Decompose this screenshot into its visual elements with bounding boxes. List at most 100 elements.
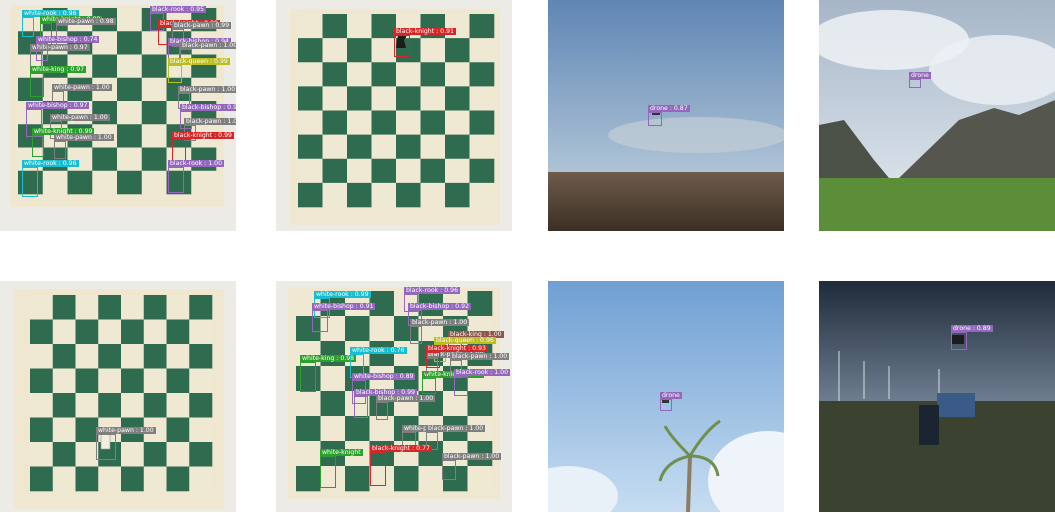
mountain-field-image [819,0,1055,231]
bounding-box [426,352,440,368]
bounding-box [168,65,182,83]
bounding-box [36,43,48,61]
detection-black-knight: black-knight : 0.93 [426,345,488,368]
panel-chess-start: white-rook : 0.96white-knight : 0.98whit… [0,0,236,231]
detection-label: black-knight : 0.91 [394,28,456,35]
bounding-box [320,456,336,488]
detection-label: black-knight : 0.99 [172,132,234,139]
bounding-box [442,460,456,480]
detection-label: white-bishop : 0.97 [26,102,90,109]
bounding-box [32,135,44,157]
detection-label: white-bishop : 0.89 [352,373,416,380]
detection-label: white-bishop : 0.74 [36,36,100,43]
detection-drone: drone [660,392,682,411]
detection-label: black-knight : 0.77 [370,445,432,452]
bounding-box [454,376,468,396]
detection-white-pawn: white-pawn : 1.00 [96,427,156,460]
detection-label: black-rook : 1.00 [168,160,225,167]
detection-label: black-rook : 0.95 [150,6,207,13]
detection-label: black-bishop : 0.97 [180,104,236,111]
detection-black-pawn: black-pawn : 1.00 [442,453,502,480]
bounding-box [354,396,368,418]
detection-drone: drone [909,72,931,88]
bounding-box [422,378,436,394]
detection-label: white-rook : 0.76 [350,347,407,354]
panel-chess-midgame: white-rook : 0.99 white-bishop : 0.91 whit… [276,281,512,512]
detection-label: black-queen : 0.99 [168,58,230,65]
bounding-box [30,73,44,97]
detection-white-knight: white-knight [320,449,363,488]
detection-label: drone [909,72,931,79]
detection-white-king: white-king : 0.97 [30,66,87,97]
detection-label: black-pawn : 1.00 [376,395,436,402]
bounding-box [648,112,662,126]
bounding-box [951,332,967,350]
detection-black-knight: black-knight : 0.77 [370,445,432,486]
detection-white-pawn: white-pawn : 1.00 [54,134,114,159]
detection-drone: drone : 0.87 [648,105,690,126]
panel-drone-desert: drone : 0.87 [548,0,784,231]
detection-label: black-pawn : 1.00 [426,425,486,432]
detection-label: black-pawn : 1.00 [180,42,236,49]
detection-white-knight: white-knight : 0.99 [32,128,95,157]
bounding-box [376,402,388,420]
bounding-box [96,434,116,460]
bounding-box [22,167,38,197]
detection-black-rook: black-rook : 1.00 [454,369,511,396]
bounding-box [410,326,422,344]
detection-label: white-knight [320,449,363,456]
desert-sky-image [548,0,784,231]
panel-drone-palm: drone [548,281,784,512]
detection-label: white-bishop : 0.91 [312,303,376,310]
bounding-box [54,141,66,159]
panel-chess-knight: black-knight : 0.91 [276,0,512,231]
detection-label: white-pawn : 1.00 [54,134,114,141]
panel-drone-mountains: drone [819,0,1055,231]
detection-label: black-rook : 0.96 [404,287,461,294]
detection-white-king: white-king : 0.98 [300,355,357,392]
bounding-box [172,139,186,161]
detection-label: drone [660,392,682,399]
detection-white-rook: white-rook : 0.96 [22,160,79,197]
panel-drone-truck: drone : 0.89 [819,281,1055,512]
detection-label: white-pawn : 1.00 [50,114,110,121]
detection-black-bishop: black-bishop : 0.99 [354,389,417,418]
detection-black-rook: black-rook : 1.00 [168,160,225,193]
detection-label: black-pawn : 1.00 [178,86,236,93]
detection-label: white-king : 0.97 [30,66,87,73]
detection-label: white-pawn : 1.00 [96,427,156,434]
detection-label: black-pawn : 1.00 [410,319,470,326]
panel-chess-pawn: white-pawn : 1.00 [0,281,236,512]
detection-label: black-pawn : 1.00 [442,453,502,460]
detection-drone: drone : 0.89 [951,325,993,350]
detection-label: white-rook : 0.99 [314,291,371,298]
bounding-box [22,17,34,37]
detection-label: white-rook : 0.96 [22,160,79,167]
bounding-box [660,399,672,411]
detection-label: drone : 0.87 [648,105,690,112]
detection-black-queen: black-queen : 0.99 [168,58,230,83]
detection-black-knight: black-knight : 0.99 [172,132,234,161]
detection-white-bishop: white-bishop : 0.91 [312,303,376,332]
bounding-box [909,79,921,88]
detection-black-pawn: black-pawn : 1.00 [376,395,436,420]
bounding-box [394,35,410,57]
detection-label: white-pawn : 0.98 [56,18,116,25]
bounding-box [312,310,328,332]
detection-label: black-rook : 1.00 [454,369,511,376]
detection-label: black-pawn : 1.00 [450,353,510,360]
detection-label: black-bishop : 0.92 [408,303,471,310]
detection-label: black-queen : 0.96 [434,337,496,344]
detection-black-pawn: black-pawn : 1.00 [410,319,470,344]
detection-label: black-pawn : 1.00 [184,118,236,125]
detection-label: white-king : 0.98 [300,355,357,362]
detection-label: white-pawn : 1.00 [52,84,112,91]
detection-white-bishop: white-bishop : 0.74 [36,36,100,61]
detection-label: black-pawn : 0.99 [172,22,232,29]
bounding-box [370,452,386,486]
truck-field-image [819,281,1055,512]
bounding-box [168,167,184,193]
detection-label: drone : 0.89 [951,325,993,332]
detection-black-knight: black-knight : 0.91 [394,28,456,57]
detection-label: black-knight : 0.93 [426,345,488,352]
